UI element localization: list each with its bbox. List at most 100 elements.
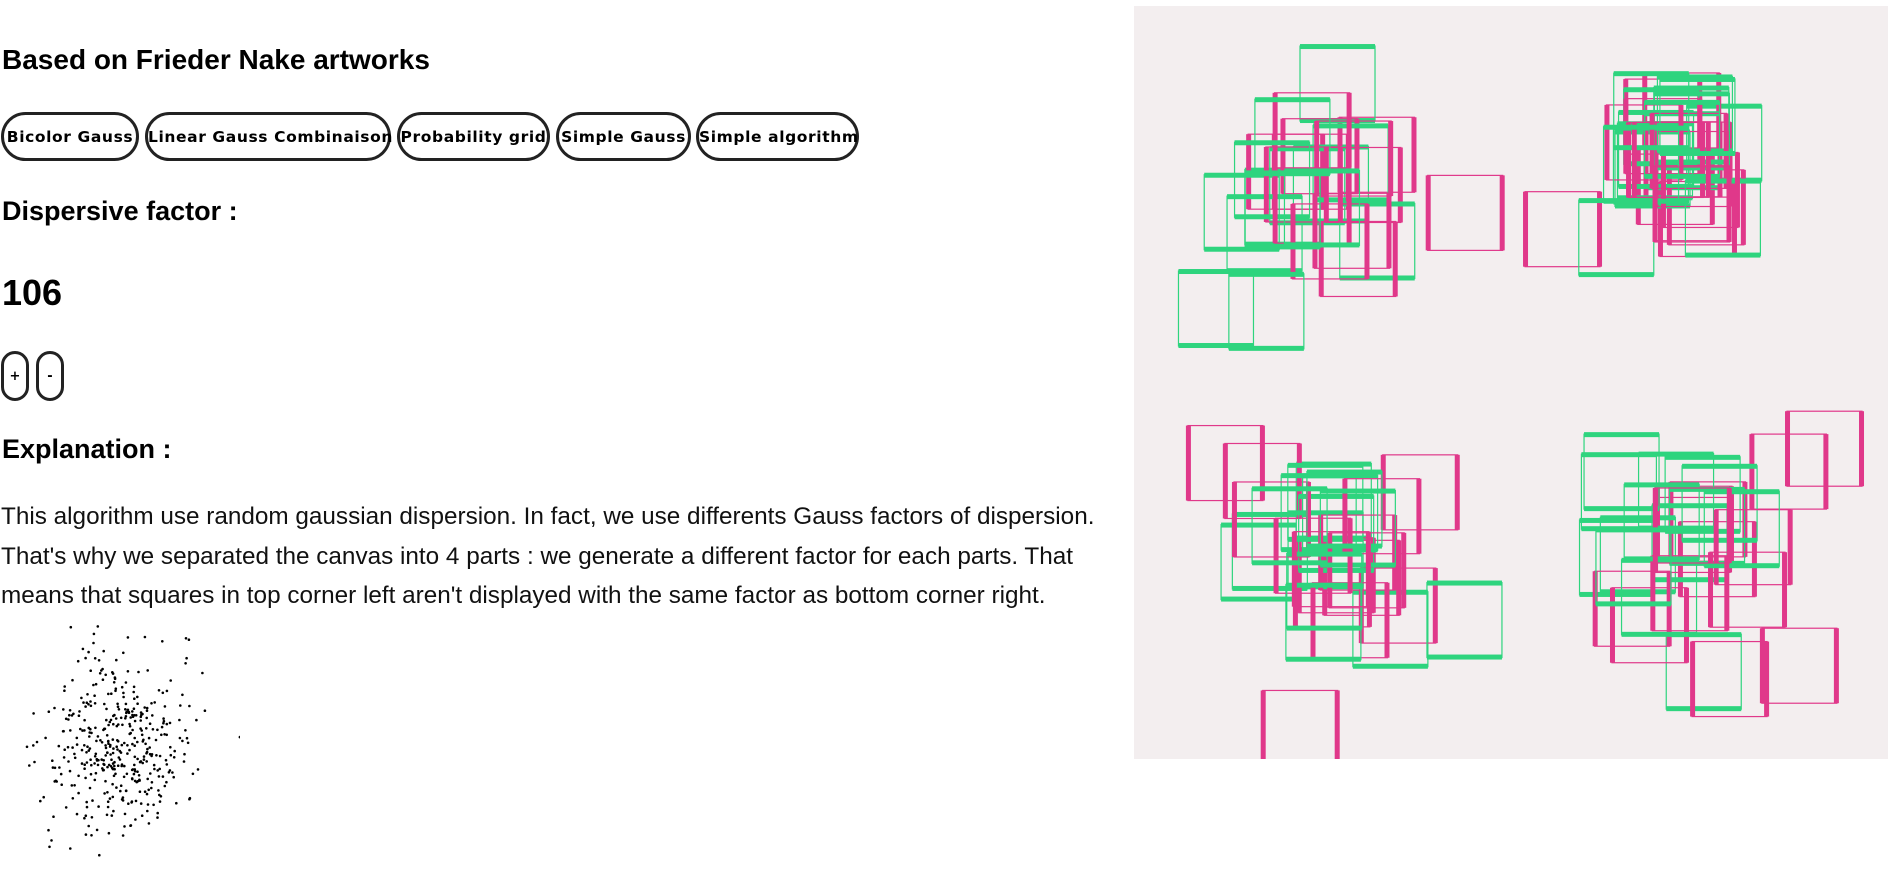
dispersion-dot xyxy=(89,700,92,703)
dispersion-dot xyxy=(84,833,88,836)
controls-panel: Based on Frieder Nake artworks Bicolor G… xyxy=(0,0,1135,869)
dispersion-dot xyxy=(126,636,130,639)
dispersion-dot xyxy=(148,746,151,749)
simple-gauss-button[interactable]: Simple Gauss xyxy=(556,112,691,161)
dispersion-dot xyxy=(116,764,120,767)
dispersion-dot xyxy=(155,754,158,757)
dispersion-dot xyxy=(100,741,104,744)
dispersion-dot xyxy=(25,745,29,749)
probability-grid-button[interactable]: Probability grid xyxy=(397,112,550,161)
dispersion-dot xyxy=(83,744,86,747)
dispersion-dot xyxy=(95,739,98,743)
dispersion-dot xyxy=(98,853,101,857)
dispersion-dot xyxy=(100,758,103,761)
dispersion-dot xyxy=(165,780,168,784)
dispersion-dot xyxy=(101,767,104,770)
dispersion-dot xyxy=(103,792,106,795)
simple-algorithm-button[interactable]: Simple algorithm xyxy=(696,112,859,161)
dispersion-dot xyxy=(106,751,109,755)
dispersion-dot xyxy=(80,748,84,752)
dispersion-dot xyxy=(169,745,172,749)
linear-gauss-combinaison-button[interactable]: Linear Gauss Combinaison xyxy=(145,112,392,161)
dispersion-dot xyxy=(89,669,92,672)
dispersion-dot xyxy=(69,847,72,850)
bicolor-gauss-button[interactable]: Bicolor Gauss xyxy=(1,112,139,161)
dispersion-dot xyxy=(191,772,195,776)
dispersion-dot xyxy=(82,701,85,704)
dispersion-dot xyxy=(130,800,134,803)
dispersion-dot xyxy=(86,745,89,748)
dispersion-dot xyxy=(105,707,108,711)
dispersion-dot xyxy=(51,759,54,762)
dispersion-dot xyxy=(122,775,126,779)
dispersion-dot xyxy=(132,707,136,710)
dispersion-plot xyxy=(25,625,240,857)
dispersion-dot xyxy=(83,767,86,770)
dispersion-dot xyxy=(58,766,61,769)
decrement-button[interactable]: - xyxy=(36,351,64,401)
dispersion-dot xyxy=(111,751,115,755)
dispersion-dot xyxy=(69,729,72,732)
dispersion-dot xyxy=(181,693,184,697)
dispersion-dot xyxy=(85,805,89,809)
dispersion-dot xyxy=(89,772,93,776)
dispersion-dot xyxy=(64,806,68,809)
increment-button[interactable]: + xyxy=(1,351,29,401)
dispersion-dot xyxy=(124,717,127,720)
green-square xyxy=(1299,44,1376,124)
dispersion-dot xyxy=(115,786,118,789)
dispersion-dot xyxy=(128,732,131,736)
dispersion-dot xyxy=(138,790,142,793)
dispersion-dot xyxy=(92,632,96,636)
dispersion-dot xyxy=(128,724,132,728)
dispersion-dot xyxy=(107,763,111,767)
dispersion-dot xyxy=(112,714,115,718)
dispersion-dot xyxy=(91,799,94,802)
dispersion-dot xyxy=(111,738,115,741)
dispersion-dot xyxy=(126,670,130,673)
dispersion-dot xyxy=(178,718,181,722)
dispersion-dot xyxy=(115,658,118,662)
dispersion-dot xyxy=(77,774,80,778)
dispersion-dot xyxy=(62,708,65,711)
dispersion-dot xyxy=(104,779,107,783)
dispersion-dot xyxy=(187,638,191,641)
dispersion-dot xyxy=(146,777,149,781)
dispersion-dot xyxy=(88,747,92,750)
dispersion-dot xyxy=(146,747,149,751)
dispersion-dot xyxy=(145,709,149,712)
dispersion-dot xyxy=(104,744,107,747)
green-square xyxy=(1426,580,1503,660)
dispersion-dot xyxy=(116,739,119,742)
dispersion-dot xyxy=(115,745,118,748)
dispersion-dot xyxy=(107,831,111,835)
pink-square xyxy=(1690,640,1770,718)
dispersion-dot xyxy=(151,728,155,731)
dispersion-dot xyxy=(85,751,88,754)
dispersion-dot xyxy=(93,778,97,782)
dispersion-dot xyxy=(133,768,137,771)
dispersion-dot xyxy=(111,795,115,799)
dispersion-dot xyxy=(133,744,136,747)
dispersion-dot xyxy=(188,796,192,800)
dispersion-dot xyxy=(161,640,164,643)
dispersion-dot xyxy=(139,727,142,730)
dispersion-dot xyxy=(165,733,168,737)
dispersion-dot xyxy=(131,710,134,713)
dispersion-dot xyxy=(50,839,53,842)
dispersive-factor-label: Dispersive factor : xyxy=(2,196,238,226)
dispersion-dot xyxy=(159,795,163,798)
dispersion-dot xyxy=(238,735,240,739)
dispersion-dot xyxy=(89,704,93,708)
dispersion-dot xyxy=(145,760,148,763)
dispersion-dot xyxy=(157,689,161,692)
dispersion-dot xyxy=(83,763,86,766)
dispersion-dot xyxy=(53,706,56,710)
dispersion-dot xyxy=(112,681,116,684)
dispersion-dot xyxy=(81,647,85,651)
dispersion-dot xyxy=(151,714,154,717)
dispersion-dot xyxy=(96,625,100,628)
artwork-canvas[interactable] xyxy=(1134,6,1888,759)
dispersion-dot xyxy=(140,733,144,737)
dispersion-dot xyxy=(131,742,134,746)
